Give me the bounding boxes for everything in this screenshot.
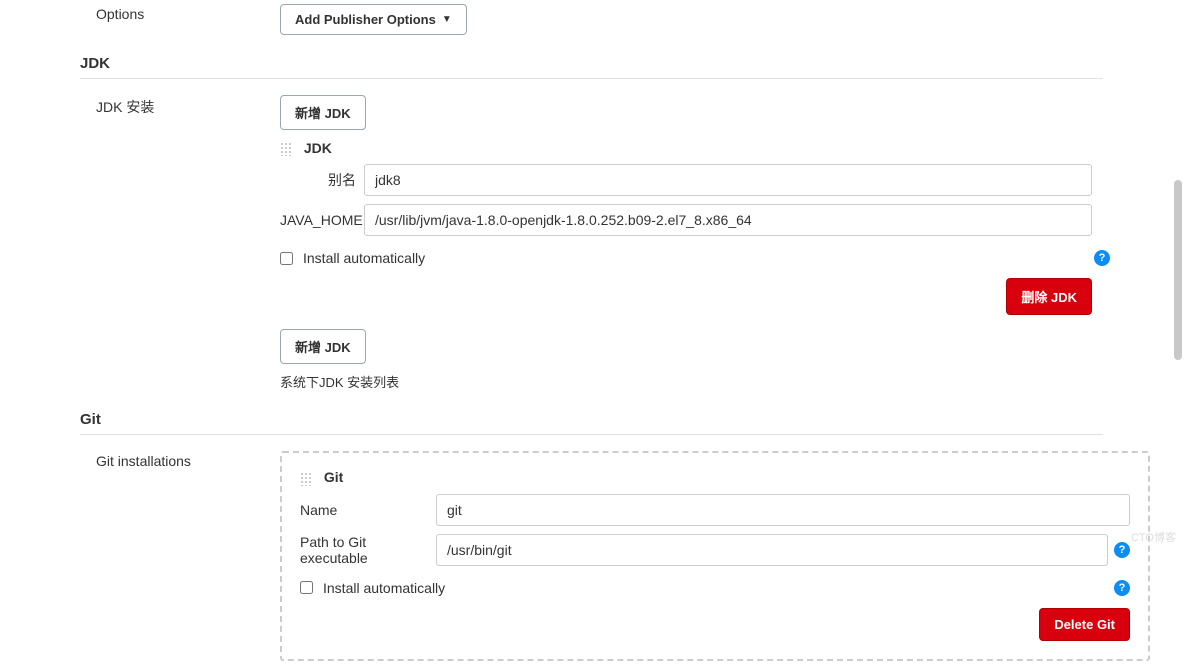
jdk-install-auto-label: Install automatically: [303, 250, 425, 266]
jdk-add-button[interactable]: 新增 JDK: [280, 95, 366, 130]
scrollbar[interactable]: [1174, 180, 1182, 360]
git-path-label: Path to Git executable: [300, 534, 436, 566]
git-name-input[interactable]: [436, 494, 1130, 526]
help-icon[interactable]: ?: [1094, 250, 1110, 266]
jdk-section-title: JDK: [80, 45, 1103, 79]
drag-handle-icon[interactable]: [280, 142, 292, 156]
jdk-install-label: JDK 安装: [80, 91, 280, 123]
jdk-home-label: JAVA_HOME: [280, 212, 364, 228]
chevron-down-icon: ▼: [442, 14, 452, 25]
jdk-alias-input[interactable]: [364, 164, 1092, 196]
help-icon[interactable]: ?: [1114, 542, 1130, 558]
git-install-auto-checkbox[interactable]: [300, 581, 313, 594]
git-tool-title: Git: [324, 469, 343, 485]
jdk-home-input[interactable]: [364, 204, 1092, 236]
jdk-install-auto-checkbox[interactable]: [280, 252, 293, 265]
drag-handle-icon[interactable]: [300, 472, 312, 486]
git-delete-button[interactable]: Delete Git: [1039, 608, 1130, 641]
jdk-add-button-2[interactable]: 新增 JDK: [280, 329, 366, 364]
jdk-alias-label: 别名: [280, 170, 364, 190]
git-section-title: Git: [80, 401, 1103, 435]
git-path-input[interactable]: [436, 534, 1108, 566]
git-install-label: Git installations: [80, 447, 280, 475]
jdk-delete-button[interactable]: 删除 JDK: [1006, 278, 1092, 315]
jdk-list-description: 系统下JDK 安装列表: [280, 372, 1150, 391]
add-publisher-options-label: Add Publisher Options: [295, 12, 436, 27]
git-install-auto-label: Install automatically: [323, 580, 445, 596]
help-icon[interactable]: ?: [1114, 580, 1130, 596]
git-name-label: Name: [300, 502, 436, 518]
options-label: Options: [80, 0, 280, 28]
jdk-tool-title: JDK: [304, 140, 332, 156]
add-publisher-options-button[interactable]: Add Publisher Options ▼: [280, 4, 467, 35]
watermark: CTO博客: [1131, 529, 1176, 545]
git-installation-box: Git Name Path to Git executable ? Instal…: [280, 451, 1150, 660]
